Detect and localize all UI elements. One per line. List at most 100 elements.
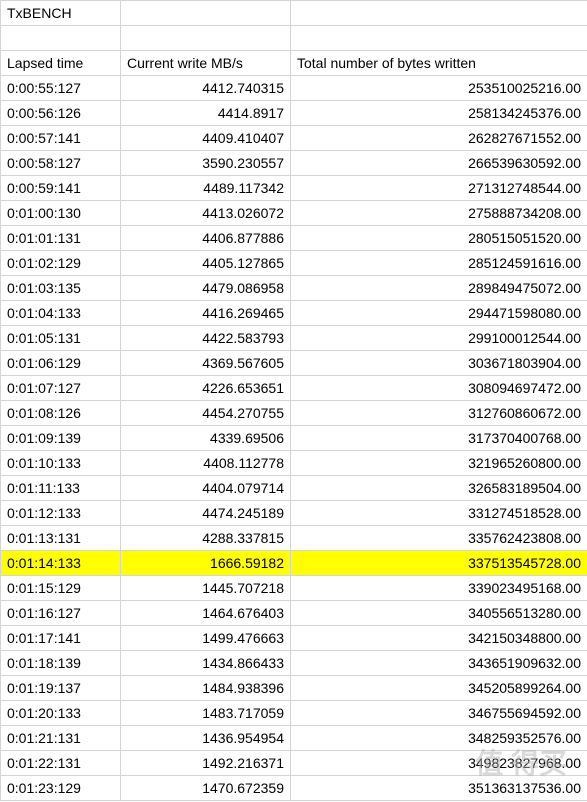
cell-bytes-written[interactable]: 289849475072.00 [291,276,587,301]
cell-lapsed-time[interactable]: 0:01:17:141 [1,626,121,651]
cell-lapsed-time[interactable]: 0:01:23:129 [1,776,121,801]
cell-write-speed[interactable]: 4369.567605 [121,351,291,376]
cell-bytes-written[interactable]: 317370400768.00 [291,426,587,451]
cell-bytes-written[interactable]: 349823827968.00 [291,751,587,776]
cell-write-speed[interactable]: 4416.269465 [121,301,291,326]
cell-write-speed[interactable]: 1436.954954 [121,726,291,751]
cell-lapsed-time[interactable]: 0:00:57:141 [1,126,121,151]
cell-lapsed-time[interactable]: 0:01:00:130 [1,201,121,226]
cell-lapsed-time[interactable]: 0:01:04:133 [1,301,121,326]
cell-bytes-written[interactable]: 285124591616.00 [291,251,587,276]
cell-write-speed[interactable]: 4422.583793 [121,326,291,351]
cell-bytes-written[interactable]: 294471598080.00 [291,301,587,326]
cell-lapsed-time[interactable]: 0:01:22:131 [1,751,121,776]
cell-write-speed[interactable]: 4474.245189 [121,501,291,526]
cell-write-speed[interactable]: 4412.740315 [121,76,291,101]
cell-bytes-written[interactable]: 253510025216.00 [291,76,587,101]
cell-bytes-written[interactable]: 308094697472.00 [291,376,587,401]
cell-write-speed[interactable]: 1484.938396 [121,676,291,701]
cell-write-speed[interactable]: 4414.8917 [121,101,291,126]
cell-write-speed[interactable]: 3590.230557 [121,151,291,176]
cell-write-speed[interactable]: 4405.127865 [121,251,291,276]
cell-bytes-written[interactable]: 335762423808.00 [291,526,587,551]
cell-bytes-written[interactable]: 271312748544.00 [291,176,587,201]
header-write-speed[interactable]: Current write MB/s [121,51,291,76]
cell-lapsed-time[interactable]: 0:01:18:139 [1,651,121,676]
cell-write-speed[interactable]: 1464.676403 [121,601,291,626]
cell-write-speed[interactable]: 4288.337815 [121,526,291,551]
cell-bytes-written[interactable]: 337513545728.00 [291,551,587,576]
cell-lapsed-time[interactable]: 0:01:05:131 [1,326,121,351]
cell-write-speed[interactable]: 1445.707218 [121,576,291,601]
cell-bytes-written[interactable]: 266539630592.00 [291,151,587,176]
cell-lapsed-time[interactable]: 0:01:11:133 [1,476,121,501]
cell-bytes-written[interactable]: 258134245376.00 [291,101,587,126]
cell-bytes-written[interactable]: 346755694592.00 [291,701,587,726]
cell-bytes-written[interactable]: 321965260800.00 [291,451,587,476]
title-row: TxBENCH [1,1,587,26]
cell-lapsed-time[interactable]: 0:01:12:133 [1,501,121,526]
header-lapsed-time[interactable]: Lapsed time [1,51,121,76]
cell-write-speed[interactable]: 4406.877886 [121,226,291,251]
cell-bytes-written[interactable]: 299100012544.00 [291,326,587,351]
cell-bytes-written[interactable]: 312760860672.00 [291,401,587,426]
cell-write-speed[interactable]: 1492.216371 [121,751,291,776]
cell-write-speed[interactable]: 4408.112778 [121,451,291,476]
empty-cell[interactable] [121,1,291,26]
cell-bytes-written[interactable]: 348259352576.00 [291,726,587,751]
cell-write-speed[interactable]: 1470.672359 [121,776,291,801]
empty-cell[interactable] [291,26,587,51]
empty-cell[interactable] [121,26,291,51]
cell-lapsed-time[interactable]: 0:01:09:139 [1,426,121,451]
cell-lapsed-time[interactable]: 0:01:08:126 [1,401,121,426]
cell-write-speed[interactable]: 4226.653651 [121,376,291,401]
table-row: 0:01:03:1354479.086958289849475072.00 [1,276,587,301]
cell-lapsed-time[interactable]: 0:01:21:131 [1,726,121,751]
cell-bytes-written[interactable]: 345205899264.00 [291,676,587,701]
cell-lapsed-time[interactable]: 0:01:16:127 [1,601,121,626]
cell-lapsed-time[interactable]: 0:01:10:133 [1,451,121,476]
cell-write-speed[interactable]: 4409.410407 [121,126,291,151]
cell-lapsed-time[interactable]: 0:01:02:129 [1,251,121,276]
cell-write-speed[interactable]: 4404.079714 [121,476,291,501]
cell-write-speed[interactable]: 4489.117342 [121,176,291,201]
table-row: 0:01:19:1371484.938396345205899264.00 [1,676,587,701]
cell-lapsed-time[interactable]: 0:01:15:129 [1,576,121,601]
cell-lapsed-time[interactable]: 0:00:59:141 [1,176,121,201]
cell-bytes-written[interactable]: 303671803904.00 [291,351,587,376]
cell-lapsed-time[interactable]: 0:00:56:126 [1,101,121,126]
cell-bytes-written[interactable]: 331274518528.00 [291,501,587,526]
cell-write-speed[interactable]: 1483.717059 [121,701,291,726]
cell-write-speed[interactable]: 1434.866433 [121,651,291,676]
cell-write-speed[interactable]: 4339.69506 [121,426,291,451]
cell-bytes-written[interactable]: 280515051520.00 [291,226,587,251]
cell-bytes-written[interactable]: 275888734208.00 [291,201,587,226]
cell-lapsed-time[interactable]: 0:01:14:133 [1,551,121,576]
cell-lapsed-time[interactable]: 0:00:55:127 [1,76,121,101]
cell-bytes-written[interactable]: 339023495168.00 [291,576,587,601]
empty-cell[interactable] [1,26,121,51]
cell-lapsed-time[interactable]: 0:01:19:137 [1,676,121,701]
empty-cell[interactable] [291,1,587,26]
cell-bytes-written[interactable]: 342150348800.00 [291,626,587,651]
cell-bytes-written[interactable]: 343651909632.00 [291,651,587,676]
table-row: 0:01:00:1304413.026072275888734208.00 [1,201,587,226]
cell-lapsed-time[interactable]: 0:01:03:135 [1,276,121,301]
cell-write-speed[interactable]: 4454.270755 [121,401,291,426]
cell-lapsed-time[interactable]: 0:00:58:127 [1,151,121,176]
cell-bytes-written[interactable]: 326583189504.00 [291,476,587,501]
cell-bytes-written[interactable]: 351363137536.00 [291,776,587,801]
cell-lapsed-time[interactable]: 0:01:01:131 [1,226,121,251]
cell-write-speed[interactable]: 1666.59182 [121,551,291,576]
cell-lapsed-time[interactable]: 0:01:13:131 [1,526,121,551]
cell-bytes-written[interactable]: 340556513280.00 [291,601,587,626]
cell-lapsed-time[interactable]: 0:01:20:133 [1,701,121,726]
cell-write-speed[interactable]: 1499.476663 [121,626,291,651]
cell-write-speed[interactable]: 4413.026072 [121,201,291,226]
cell-lapsed-time[interactable]: 0:01:06:129 [1,351,121,376]
cell-lapsed-time[interactable]: 0:01:07:127 [1,376,121,401]
cell-bytes-written[interactable]: 262827671552.00 [291,126,587,151]
cell-write-speed[interactable]: 4479.086958 [121,276,291,301]
header-bytes-written[interactable]: Total number of bytes written [291,51,587,76]
title-cell[interactable]: TxBENCH [1,1,121,26]
